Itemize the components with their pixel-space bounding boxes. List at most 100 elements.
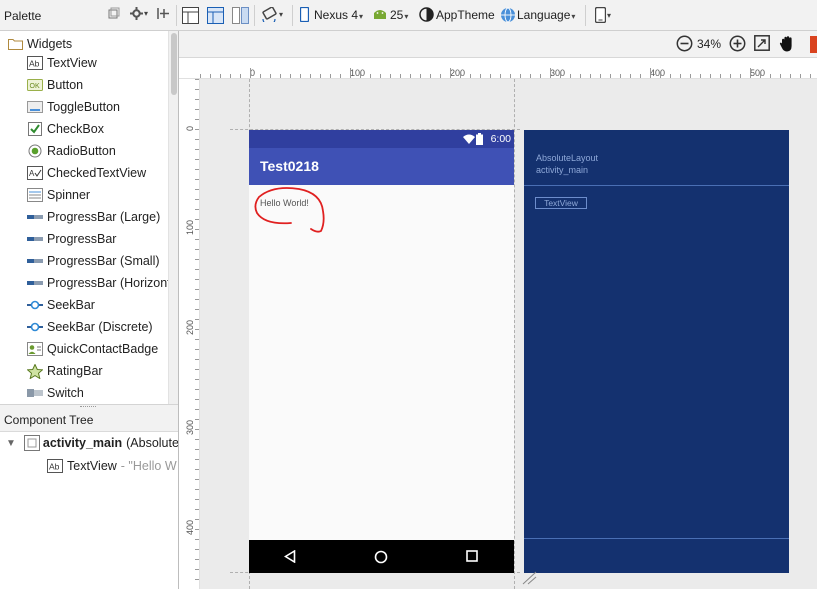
blueprint-appbar-line: [524, 185, 789, 186]
ruler-tick: [195, 509, 199, 510]
ruler-tick: [720, 74, 721, 78]
ruler-tick: [195, 79, 199, 80]
design-mode-icon[interactable]: [182, 7, 199, 24]
ruler-label: 200: [450, 68, 466, 78]
ruler-tick: [460, 74, 461, 78]
palette-item-label: RadioButton: [47, 144, 116, 158]
palette-item-spinner[interactable]: Spinner: [27, 185, 90, 205]
ruler-tick: [195, 559, 199, 560]
blueprint-layout-id: activity_main: [536, 165, 589, 175]
ruler-tick: [195, 359, 199, 360]
ruler-tick: [510, 74, 511, 78]
palette-item-checkbox[interactable]: CheckBox: [27, 119, 104, 139]
device-selector[interactable]: Nexus 4▾: [314, 8, 363, 22]
both-modes-icon[interactable]: [232, 7, 249, 24]
blueprint-mode-icon[interactable]: [207, 7, 224, 24]
palette-item-ratingbar[interactable]: RatingBar: [27, 361, 103, 381]
back-icon[interactable]: [284, 550, 296, 563]
ruler-tick: [640, 74, 641, 78]
zoom-toolbar: 34%: [179, 31, 817, 58]
palette-item-label: ToggleButton: [47, 100, 120, 114]
blueprint-textview[interactable]: TextView: [535, 197, 587, 209]
resize-handle-icon[interactable]: [521, 571, 537, 585]
ruler-tick: [195, 429, 199, 430]
progressbar-icon: [27, 232, 43, 246]
language-selector[interactable]: Language▾: [517, 8, 575, 22]
wifi-icon: [463, 134, 475, 144]
palette-item-seekbar-discrete[interactable]: SeekBar (Discrete): [27, 317, 153, 337]
ruler-tick: [580, 74, 581, 78]
top-toolbar: Palette ▾ ▾ Nexus 4▾ 25▾ AppTheme Langua…: [0, 0, 817, 31]
palette-scroll-thumb[interactable]: [171, 33, 177, 95]
ruler-tick: [570, 74, 571, 78]
ruler-tick: [390, 74, 391, 78]
ruler-tick: [195, 289, 199, 290]
ruler-label: 300: [550, 68, 566, 78]
device-icon[interactable]: [300, 7, 309, 22]
ruler-tick: [500, 74, 501, 78]
device-preview[interactable]: 6:00 Test0218 Hello World!: [249, 130, 514, 573]
blueprint-preview[interactable]: AbsoluteLayout activity_main TextView: [524, 130, 789, 573]
ruler-tick: [740, 74, 741, 78]
zoom-in-icon[interactable]: [729, 35, 746, 52]
ruler-tick: [195, 239, 199, 240]
palette-item-progressbar-large[interactable]: ProgressBar (Large): [27, 207, 160, 227]
palette-item-button[interactable]: OK Button: [27, 75, 83, 95]
expand-arrow-icon[interactable]: ▼: [6, 438, 16, 449]
widgets-group[interactable]: Widgets: [8, 35, 72, 53]
ruler-tick: [290, 74, 291, 78]
ruler-label: 400: [185, 519, 195, 535]
ruler-tick: [710, 74, 711, 78]
palette-item-progressbar-small[interactable]: ProgressBar (Small): [27, 251, 160, 271]
checkbox-icon: [27, 122, 43, 136]
palette-item-progressbar[interactable]: ProgressBar: [27, 229, 116, 249]
recents-icon[interactable]: [466, 550, 478, 562]
ruler-tick: [210, 74, 211, 78]
ruler-tick: [810, 74, 811, 78]
ruler-tick: [760, 74, 761, 78]
palette-item-checkedtextview[interactable]: A CheckedTextView: [27, 163, 146, 183]
ruler-tick: [195, 169, 199, 170]
palette-item-togglebutton[interactable]: ToggleButton: [27, 97, 120, 117]
palette-item-seekbar[interactable]: SeekBar: [27, 295, 95, 315]
design-canvas[interactable]: 6:00 Test0218 Hello World! AbsoluteLayou…: [200, 79, 817, 589]
zoom-out-icon[interactable]: [676, 35, 693, 52]
ruler-tick: [195, 119, 199, 120]
error-indicator[interactable]: [810, 36, 817, 53]
orientation-icon[interactable]: ▾: [261, 7, 283, 22]
theme-selector[interactable]: AppTheme: [436, 8, 495, 22]
ruler-tick: [195, 489, 199, 490]
ruler-tick: [600, 74, 601, 78]
palette-item-radiobutton[interactable]: RadioButton: [27, 141, 116, 161]
zoom-to-fit-icon[interactable]: [754, 35, 770, 51]
ruler-tick: [195, 439, 199, 440]
api-level-selector[interactable]: 25▾: [390, 8, 408, 22]
phone-variant-icon[interactable]: ▾: [595, 7, 611, 23]
ruler-tick: [195, 479, 199, 480]
checkedtextview-icon: A: [27, 166, 43, 180]
palette-item-quickcontactbadge[interactable]: QuickContactBadge: [27, 339, 158, 359]
palette-item-switch[interactable]: Switch: [27, 383, 84, 403]
home-icon[interactable]: [374, 550, 388, 564]
theme-icon: [419, 7, 434, 22]
button-icon: OK: [27, 78, 43, 92]
palette-item-textview[interactable]: Ab TextView: [27, 53, 97, 73]
ruler-tick: [195, 409, 199, 410]
gear-icon[interactable]: ▾: [130, 7, 148, 20]
palette-item-label: CheckedTextView: [47, 166, 147, 180]
palette-scrollbar[interactable]: [168, 31, 178, 404]
tree-node-activity-main[interactable]: ▼ activity_main (Absolute: [6, 433, 178, 453]
ruler-tick: [195, 469, 199, 470]
globe-icon: [500, 7, 516, 23]
tree-node-textview[interactable]: Ab TextView - "Hello W: [47, 456, 177, 476]
pin-icon[interactable]: [156, 7, 170, 20]
ruler-tick: [195, 329, 199, 330]
radiobutton-icon: [27, 144, 43, 158]
collapse-icon[interactable]: [108, 7, 120, 19]
ruler-tick: [440, 74, 441, 78]
pan-hand-icon[interactable]: [779, 35, 796, 53]
ruler-tick: [270, 74, 271, 78]
ruler-tick: [430, 74, 431, 78]
ruler-tick: [195, 189, 199, 190]
palette-item-progressbar-horizontal[interactable]: ProgressBar (Horizonta: [27, 273, 178, 293]
